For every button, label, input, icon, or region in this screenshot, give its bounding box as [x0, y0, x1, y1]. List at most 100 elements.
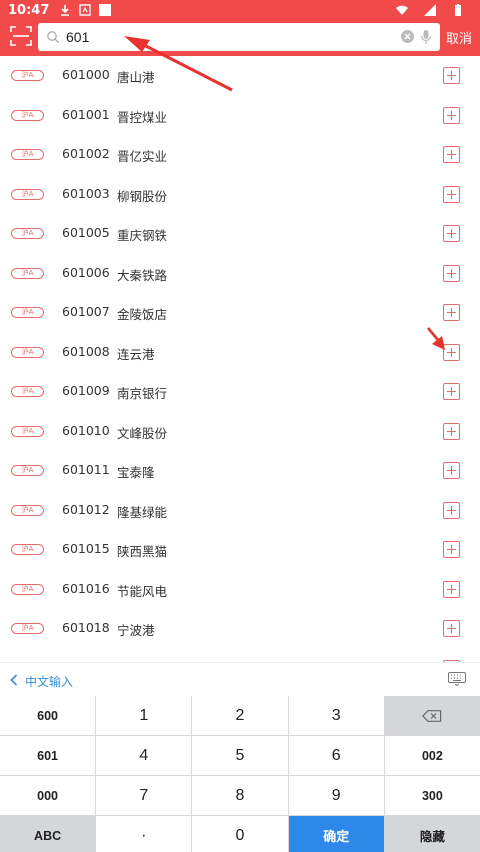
market-badge: 沪A — [11, 228, 44, 239]
key-2[interactable]: 2 — [192, 696, 288, 735]
numeric-keyboard: 600 1 2 3 601 4 5 6 002 000 7 8 9 300 ABC · 0 确定 隐藏 — [0, 696, 480, 852]
add-to-watchlist-button[interactable] — [443, 422, 460, 440]
stock-row-partial — [0, 649, 480, 662]
key-000[interactable]: 000 — [0, 776, 96, 815]
market-badge: 沪A — [11, 583, 44, 595]
add-to-watchlist-button[interactable] — [443, 620, 460, 637]
add-to-watchlist-button[interactable] — [443, 146, 460, 163]
market-badge: 沪A — [11, 70, 44, 81]
stock-name: 文峰股份 — [117, 425, 168, 441]
add-to-watchlist-button[interactable] — [443, 185, 460, 203]
stock-name: 隆基绿能 — [117, 504, 168, 520]
wifi-icon — [396, 5, 408, 15]
key-1[interactable]: 1 — [96, 696, 192, 735]
key-600[interactable]: 600 — [0, 696, 96, 735]
stock-code: 601011 — [62, 462, 110, 477]
status-bar: 10:47 — [0, 0, 480, 20]
market-badge: 沪A — [11, 149, 44, 160]
add-to-watchlist-button[interactable] — [443, 304, 460, 321]
add-to-watchlist-button[interactable] — [443, 541, 460, 558]
add-to-watchlist-button[interactable] — [443, 106, 460, 124]
battery-icon — [455, 4, 461, 16]
key-4[interactable]: 4 — [96, 736, 192, 775]
confirm-button[interactable]: 确定 — [288, 816, 384, 852]
search-icon — [47, 31, 59, 43]
stock-code: 601016 — [62, 580, 110, 596]
stock-row[interactable]: 沪A 601001 晋控煤业 — [0, 96, 480, 136]
stock-code: 601009 — [62, 383, 110, 398]
key-0[interactable]: 0 — [192, 816, 288, 852]
add-to-watchlist-button[interactable] — [443, 67, 460, 84]
scan-icon[interactable] — [10, 25, 32, 47]
key-backspace[interactable] — [384, 696, 480, 735]
search-input[interactable]: 601 — [38, 23, 440, 51]
add-to-watchlist-button[interactable] — [443, 580, 460, 598]
stock-code: 601005 — [62, 225, 110, 240]
stock-row[interactable]: 沪A 601009 南京银行 — [0, 372, 480, 412]
stock-row[interactable]: 沪A 601006 大秦铁路 — [0, 254, 480, 294]
stock-name: 南京银行 — [117, 386, 168, 401]
keyboard-mode-label[interactable]: 中文输入 — [25, 673, 73, 690]
stock-row[interactable]: 沪A 601015 陕西黑猫 — [0, 530, 480, 570]
key-601[interactable]: 601 — [0, 736, 96, 775]
add-to-watchlist-button[interactable] — [443, 264, 460, 282]
market-badge: 沪A — [11, 465, 44, 476]
square-icon — [99, 4, 112, 16]
add-to-watchlist-button[interactable] — [443, 501, 460, 519]
status-time: 10:47 — [8, 2, 50, 18]
market-badge: 沪A — [11, 267, 44, 279]
stock-row[interactable]: 沪A 601018 宁波港 — [0, 609, 480, 649]
market-badge: 沪A — [11, 425, 44, 437]
market-badge: 沪A — [11, 188, 44, 200]
stock-row[interactable]: 沪A 601011 宝泰隆 — [0, 451, 480, 491]
key-9[interactable]: 9 — [288, 776, 384, 815]
stock-code: 601010 — [62, 422, 110, 438]
search-query: 601 — [66, 29, 90, 45]
keyboard-header: 中文输入 — [0, 662, 480, 696]
stock-row[interactable]: 沪A 601010 文峰股份 — [0, 412, 480, 452]
stock-row[interactable]: 沪A 601003 柳钢股份 — [0, 175, 480, 215]
market-badge: 沪A — [11, 544, 44, 555]
microphone-icon[interactable] — [420, 29, 432, 45]
key-8[interactable]: 8 — [192, 776, 288, 815]
stock-name: 宝泰隆 — [117, 465, 155, 480]
signal-icon — [424, 4, 436, 16]
key-7[interactable]: 7 — [96, 776, 192, 815]
stock-row[interactable]: 沪A 601002 晋亿实业 — [0, 135, 480, 175]
add-to-watchlist-button[interactable] — [443, 343, 460, 361]
add-to-watchlist-button[interactable] — [443, 383, 460, 400]
stock-row[interactable]: 沪A 601008 连云港 — [0, 333, 480, 373]
key-dot[interactable]: · — [96, 816, 192, 852]
download-icon — [61, 5, 70, 16]
clear-icon[interactable] — [401, 30, 414, 43]
key-3[interactable]: 3 — [288, 696, 384, 735]
key-300[interactable]: 300 — [384, 776, 480, 815]
search-results-list: 沪A 601000 唐山港 沪A 601001 晋控煤业 沪A 601002 晋亿实业 沪A 601… — [0, 56, 480, 662]
keyboard-icon[interactable] — [448, 672, 466, 686]
market-badge: 沪A — [11, 109, 44, 121]
stock-row[interactable]: 沪A 601007 金陵饭店 — [0, 293, 480, 333]
stock-code: 601015 — [62, 541, 110, 556]
key-6[interactable]: 6 — [288, 736, 384, 775]
stock-row[interactable]: 沪A 601005 重庆钢铁 — [0, 214, 480, 254]
chevron-left-icon[interactable] — [10, 674, 18, 686]
key-abc[interactable]: ABC — [0, 816, 96, 852]
add-to-watchlist-button[interactable] — [443, 225, 460, 242]
notification-icon — [79, 4, 92, 16]
stock-code: 601006 — [62, 264, 110, 280]
cancel-button[interactable]: 取消 — [446, 28, 472, 47]
stock-name: 宁波港 — [117, 623, 155, 638]
stock-name: 大秦铁路 — [117, 267, 168, 283]
stock-code: 601018 — [62, 620, 110, 635]
stock-code: 601003 — [62, 185, 110, 201]
key-002[interactable]: 002 — [384, 736, 480, 775]
hide-keyboard-button[interactable]: 隐藏 — [384, 816, 480, 852]
market-badge: 沪A — [11, 504, 44, 516]
stock-row[interactable]: 沪A 601012 隆基绿能 — [0, 491, 480, 531]
stock-name: 连云港 — [117, 346, 155, 362]
stock-row[interactable]: 沪A 601000 唐山港 — [0, 56, 480, 96]
stock-row[interactable]: 沪A 601016 节能风电 — [0, 570, 480, 610]
add-to-watchlist-button[interactable] — [443, 462, 460, 479]
key-5[interactable]: 5 — [192, 736, 288, 775]
stock-name: 晋控煤业 — [117, 109, 168, 125]
